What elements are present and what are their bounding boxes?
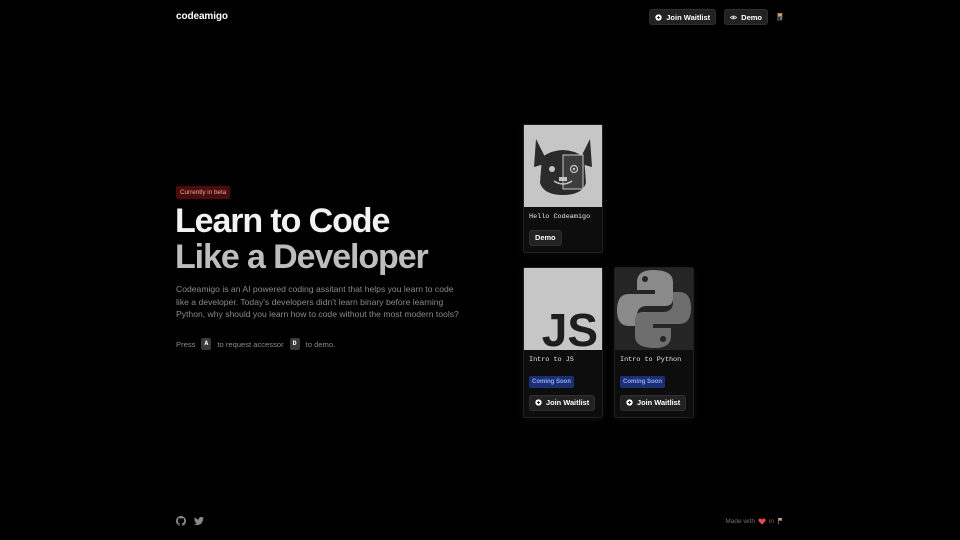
course-card-title: Hello Codeamigo [529,213,591,221]
demo-button[interactable]: Demo [724,9,768,25]
course-card-title: Intro to Python [620,356,682,364]
brand-logo-text[interactable]: codeamigo [176,11,228,22]
plus-circle-icon [655,13,662,21]
js-logo-icon: JS [524,268,602,350]
key-a[interactable]: A [201,338,212,350]
key-a-description: to request accessor [217,339,284,349]
headline-line-1: Learn to Code [175,202,390,240]
join-waitlist-label: Join Waitlist [666,12,711,22]
demo-button[interactable]: Demo [529,229,562,246]
key-d-description: to demo. [305,339,336,349]
plus-circle-icon [626,399,633,406]
page-title: Learn to Code Like a Developer [175,202,429,276]
made-with-credit: Made with in [725,517,784,525]
join-waitlist-button[interactable]: Join Waitlist [620,394,687,411]
course-card-image [615,268,693,350]
coming-soon-badge: Coming Soon [620,376,665,388]
join-waitlist-label: Join Waitlist [546,398,590,407]
beta-badge: Currently in beta [176,186,231,199]
twitter-icon[interactable] [194,516,204,526]
course-card-hello-codeamigo[interactable]: Hello Codeamigo Demo [523,124,603,253]
flag-icon[interactable] [776,12,785,22]
key-d[interactable]: D [289,338,300,350]
join-waitlist-label: Join Waitlist [637,398,681,407]
demo-label: Demo [741,12,762,22]
press-label: Press [176,339,196,349]
flag-icon [778,517,783,525]
github-icon[interactable] [176,516,186,526]
join-waitlist-button[interactable]: Join Waitlist [649,9,717,25]
headline-line-2: Like a Developer [175,238,429,276]
keyboard-hint: Press A to request accessor D to demo. [176,338,335,350]
join-waitlist-button[interactable]: Join Waitlist [529,394,596,411]
course-card-intro-to-js[interactable]: JS Intro to JS Coming Soon Join Waitlist [523,267,603,418]
hero-description: Codeamigo is an AI powered coding assita… [176,284,459,320]
made-with-label: Made with [725,517,755,525]
course-card-title: Intro to JS [529,356,574,364]
bulldog-robot-logo-icon [524,125,602,207]
python-logo-icon [615,268,693,350]
social-links [176,516,204,526]
course-card-image: JS [524,268,602,350]
plus-circle-icon [535,399,542,406]
heart-icon [758,517,766,525]
course-card-image [524,125,602,207]
in-label: in [768,517,774,525]
js-logo-text: JS [542,304,598,350]
top-nav: Join Waitlist Demo [649,9,785,25]
coming-soon-badge: Coming Soon [529,376,574,388]
eye-icon [730,15,738,19]
course-card-intro-to-python[interactable]: Intro to Python Coming Soon Join Waitlis… [614,267,694,418]
